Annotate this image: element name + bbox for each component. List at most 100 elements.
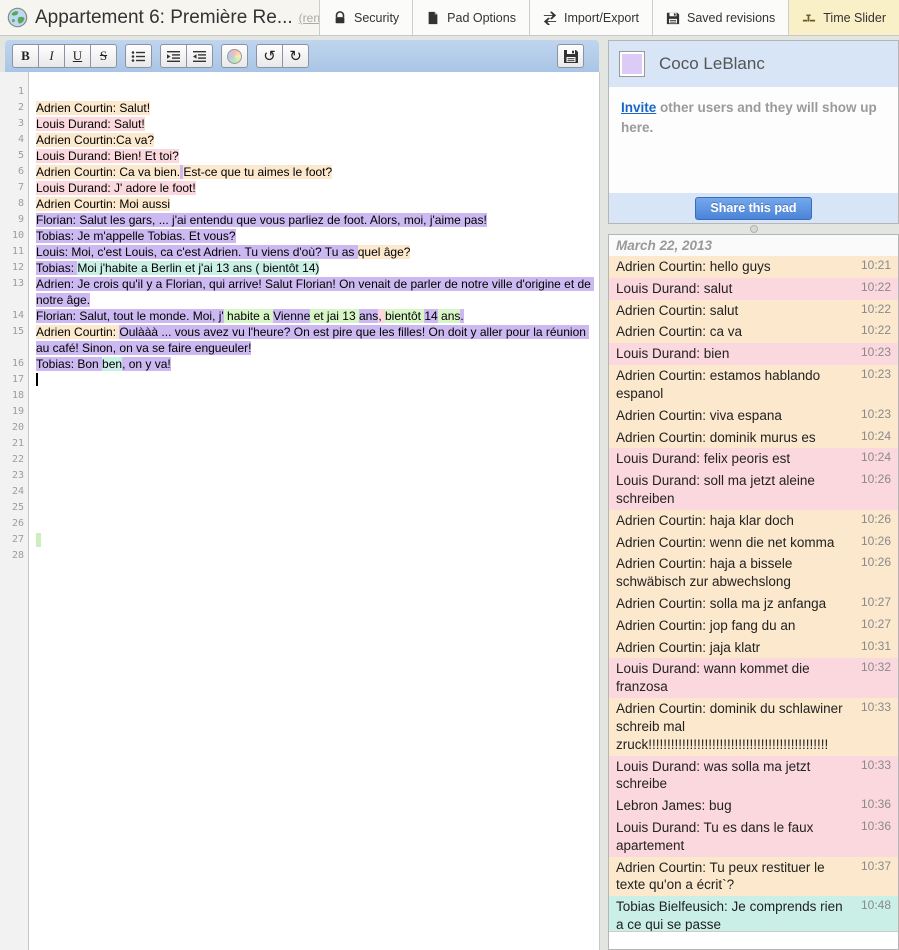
- chat-panel[interactable]: March 22, 201310:21Adrien Courtin: hello…: [608, 234, 899, 950]
- line-content[interactable]: Tobias: Bon ben, on y va!: [36, 356, 592, 372]
- line-content[interactable]: [36, 548, 592, 564]
- sidebar-column: Coco LeBlanc Invite other users and they…: [608, 36, 899, 950]
- line-content[interactable]: Louis: Moi, c'est Louis, ca c'est Adrien…: [36, 244, 592, 260]
- line-content[interactable]: Louis Durand: Salut!: [36, 116, 592, 132]
- editor-line: 19: [0, 404, 599, 420]
- slider-icon: [802, 11, 816, 25]
- line-content[interactable]: [36, 84, 592, 100]
- pad-options-button[interactable]: Pad Options: [412, 0, 529, 35]
- import-export-button[interactable]: Import/Export: [529, 0, 652, 35]
- security-button[interactable]: Security: [319, 0, 412, 35]
- invite-message: Invite other users and they will show up…: [609, 87, 898, 193]
- line-number: 21: [0, 436, 29, 452]
- editor-line: 8 Adrien Courtin: Moi aussi: [0, 196, 599, 212]
- authored-text: Florian: Salut, tout le monde. Moi, j': [36, 309, 224, 323]
- line-content[interactable]: Florian: Salut, tout le monde. Moi, j' h…: [36, 308, 592, 324]
- chat-timestamp: 10:24: [861, 450, 891, 466]
- line-content[interactable]: [36, 372, 592, 388]
- line-content[interactable]: Florian: Salut les gars, ... j'ai entend…: [36, 212, 592, 228]
- invite-link[interactable]: Invite: [621, 100, 656, 115]
- time-slider-button[interactable]: Time Slider: [788, 0, 899, 35]
- line-content[interactable]: Louis Durand: J' adore le foot!: [36, 180, 592, 196]
- strikethrough-button[interactable]: S: [90, 44, 117, 68]
- chat-message-text: Adrien Courtin: solla ma jz anfanga: [616, 596, 826, 611]
- chat-message-text: Louis Durand: soll ma jetzt aleine schre…: [616, 473, 815, 506]
- chat-message-text: Adrien Courtin: haja klar doch: [616, 513, 794, 528]
- chat-message-text: Adrien Courtin: salut: [616, 303, 738, 318]
- saved-revisions-button[interactable]: Saved revisions: [652, 0, 788, 35]
- line-content[interactable]: Adrien Courtin:Ca va?: [36, 132, 592, 148]
- line-number: 9: [0, 212, 29, 228]
- line-content[interactable]: [36, 436, 592, 452]
- chat-date-header: March 22, 2013: [609, 235, 898, 256]
- toolbar-group: [221, 44, 248, 68]
- redo-button[interactable]: ↻: [282, 44, 309, 68]
- line-number: 23: [0, 468, 29, 484]
- outdent-button[interactable]: [186, 44, 213, 68]
- share-pad-button[interactable]: Share this pad: [695, 197, 811, 220]
- line-content[interactable]: [36, 388, 592, 404]
- line-content[interactable]: Louis Durand: Bien! Et toi?: [36, 148, 592, 164]
- clear-authorship-colors-button[interactable]: [221, 44, 248, 68]
- globe-icon: [7, 7, 28, 28]
- unordered-list-button[interactable]: [125, 44, 152, 68]
- authored-text: Louis Durand: J' adore le foot!: [36, 181, 196, 195]
- chat-message-list[interactable]: March 22, 201310:21Adrien Courtin: hello…: [609, 235, 898, 931]
- editor-line: 4Adrien Courtin:Ca va?: [0, 132, 599, 148]
- line-content[interactable]: [36, 532, 592, 548]
- italic-button[interactable]: I: [38, 44, 65, 68]
- save-revision-button[interactable]: [557, 44, 584, 68]
- indent-button[interactable]: [160, 44, 187, 68]
- line-content[interactable]: [36, 500, 592, 516]
- authored-text: Moi j'habite a Berlin et j'ai 13 ans ( b…: [77, 261, 319, 275]
- line-content[interactable]: [36, 420, 592, 436]
- editor-line: 28: [0, 548, 599, 564]
- editor-line: 16Tobias: Bon ben, on y va!: [0, 356, 599, 372]
- chat-message: 10:24Louis Durand: felix peoris est: [609, 448, 898, 470]
- line-content[interactable]: Adrien Courtin: Salut!: [36, 100, 592, 116]
- editor-line: 6Adrien Courtin: Ca va bien. Est-ce que …: [0, 164, 599, 180]
- chat-timestamp: 10:22: [861, 323, 891, 339]
- line-content[interactable]: Adrien: Je crois qu'il y a Florian, qui …: [36, 276, 592, 308]
- chat-message: 10:22Adrien Courtin: salut: [609, 300, 898, 322]
- chat-timestamp: 10:24: [861, 429, 891, 445]
- editor-line: 11Louis: Moi, c'est Louis, ca c'est Adri…: [0, 244, 599, 260]
- line-content[interactable]: Tobias: Je m'appelle Tobias. Et vous?: [36, 228, 592, 244]
- line-content[interactable]: [36, 452, 592, 468]
- line-content[interactable]: [36, 516, 592, 532]
- authored-text: Florian: Salut les gars, ... j'ai entend…: [36, 213, 487, 227]
- editor[interactable]: 12Adrien Courtin: Salut!3Louis Durand: S…: [0, 72, 600, 950]
- editor-line: 27: [0, 532, 599, 548]
- chat-timestamp: 10:31: [861, 639, 891, 655]
- chat-message-text: Adrien Courtin: jaja klatr: [616, 640, 760, 655]
- chat-timestamp: 10:27: [861, 617, 891, 633]
- line-content[interactable]: Adrien Courtin: Moi aussi: [36, 196, 592, 212]
- chat-message-text: Louis Durand: salut: [616, 281, 732, 296]
- chat-resize-handle[interactable]: [750, 225, 758, 233]
- authored-text: Adrien Courtin:Ca va?: [36, 133, 154, 147]
- time-slider-label: Time Slider: [823, 11, 886, 25]
- chat-message: 10:23Adrien Courtin: estamos hablando es…: [609, 365, 898, 405]
- chat-input[interactable]: [609, 931, 898, 949]
- rename-link[interactable]: (rena: [299, 11, 319, 25]
- current-user-name[interactable]: Coco LeBlanc: [659, 54, 765, 74]
- bold-button[interactable]: B: [12, 44, 39, 68]
- line-content[interactable]: [36, 484, 592, 500]
- line-content[interactable]: [36, 404, 592, 420]
- user-color-swatch[interactable]: [619, 51, 645, 77]
- underline-button[interactable]: U: [64, 44, 91, 68]
- line-content[interactable]: Tobias: Moi j'habite a Berlin et j'ai 13…: [36, 260, 592, 276]
- authored-text: 14: [424, 309, 437, 323]
- line-content[interactable]: [36, 468, 592, 484]
- chat-message-text: Tobias Bielfeusich: Je comprends rien a …: [616, 899, 843, 931]
- editor-line: 23: [0, 468, 599, 484]
- pad-title-area: Appartement 6: Première Re... (rena: [0, 0, 319, 35]
- line-number: 8: [0, 196, 29, 212]
- line-content[interactable]: Adrien Courtin: Ca va bien. Est-ce que t…: [36, 164, 592, 180]
- line-content[interactable]: Adrien Courtin: Oulààà ... vous avez vu …: [36, 324, 592, 356]
- undo-button[interactable]: ↺: [256, 44, 283, 68]
- editor-line: 12Tobias: Moi j'habite a Berlin et j'ai …: [0, 260, 599, 276]
- line-number: 24: [0, 484, 29, 500]
- chat-message: 10:23Louis Durand: bien: [609, 343, 898, 365]
- editor-line: 21: [0, 436, 599, 452]
